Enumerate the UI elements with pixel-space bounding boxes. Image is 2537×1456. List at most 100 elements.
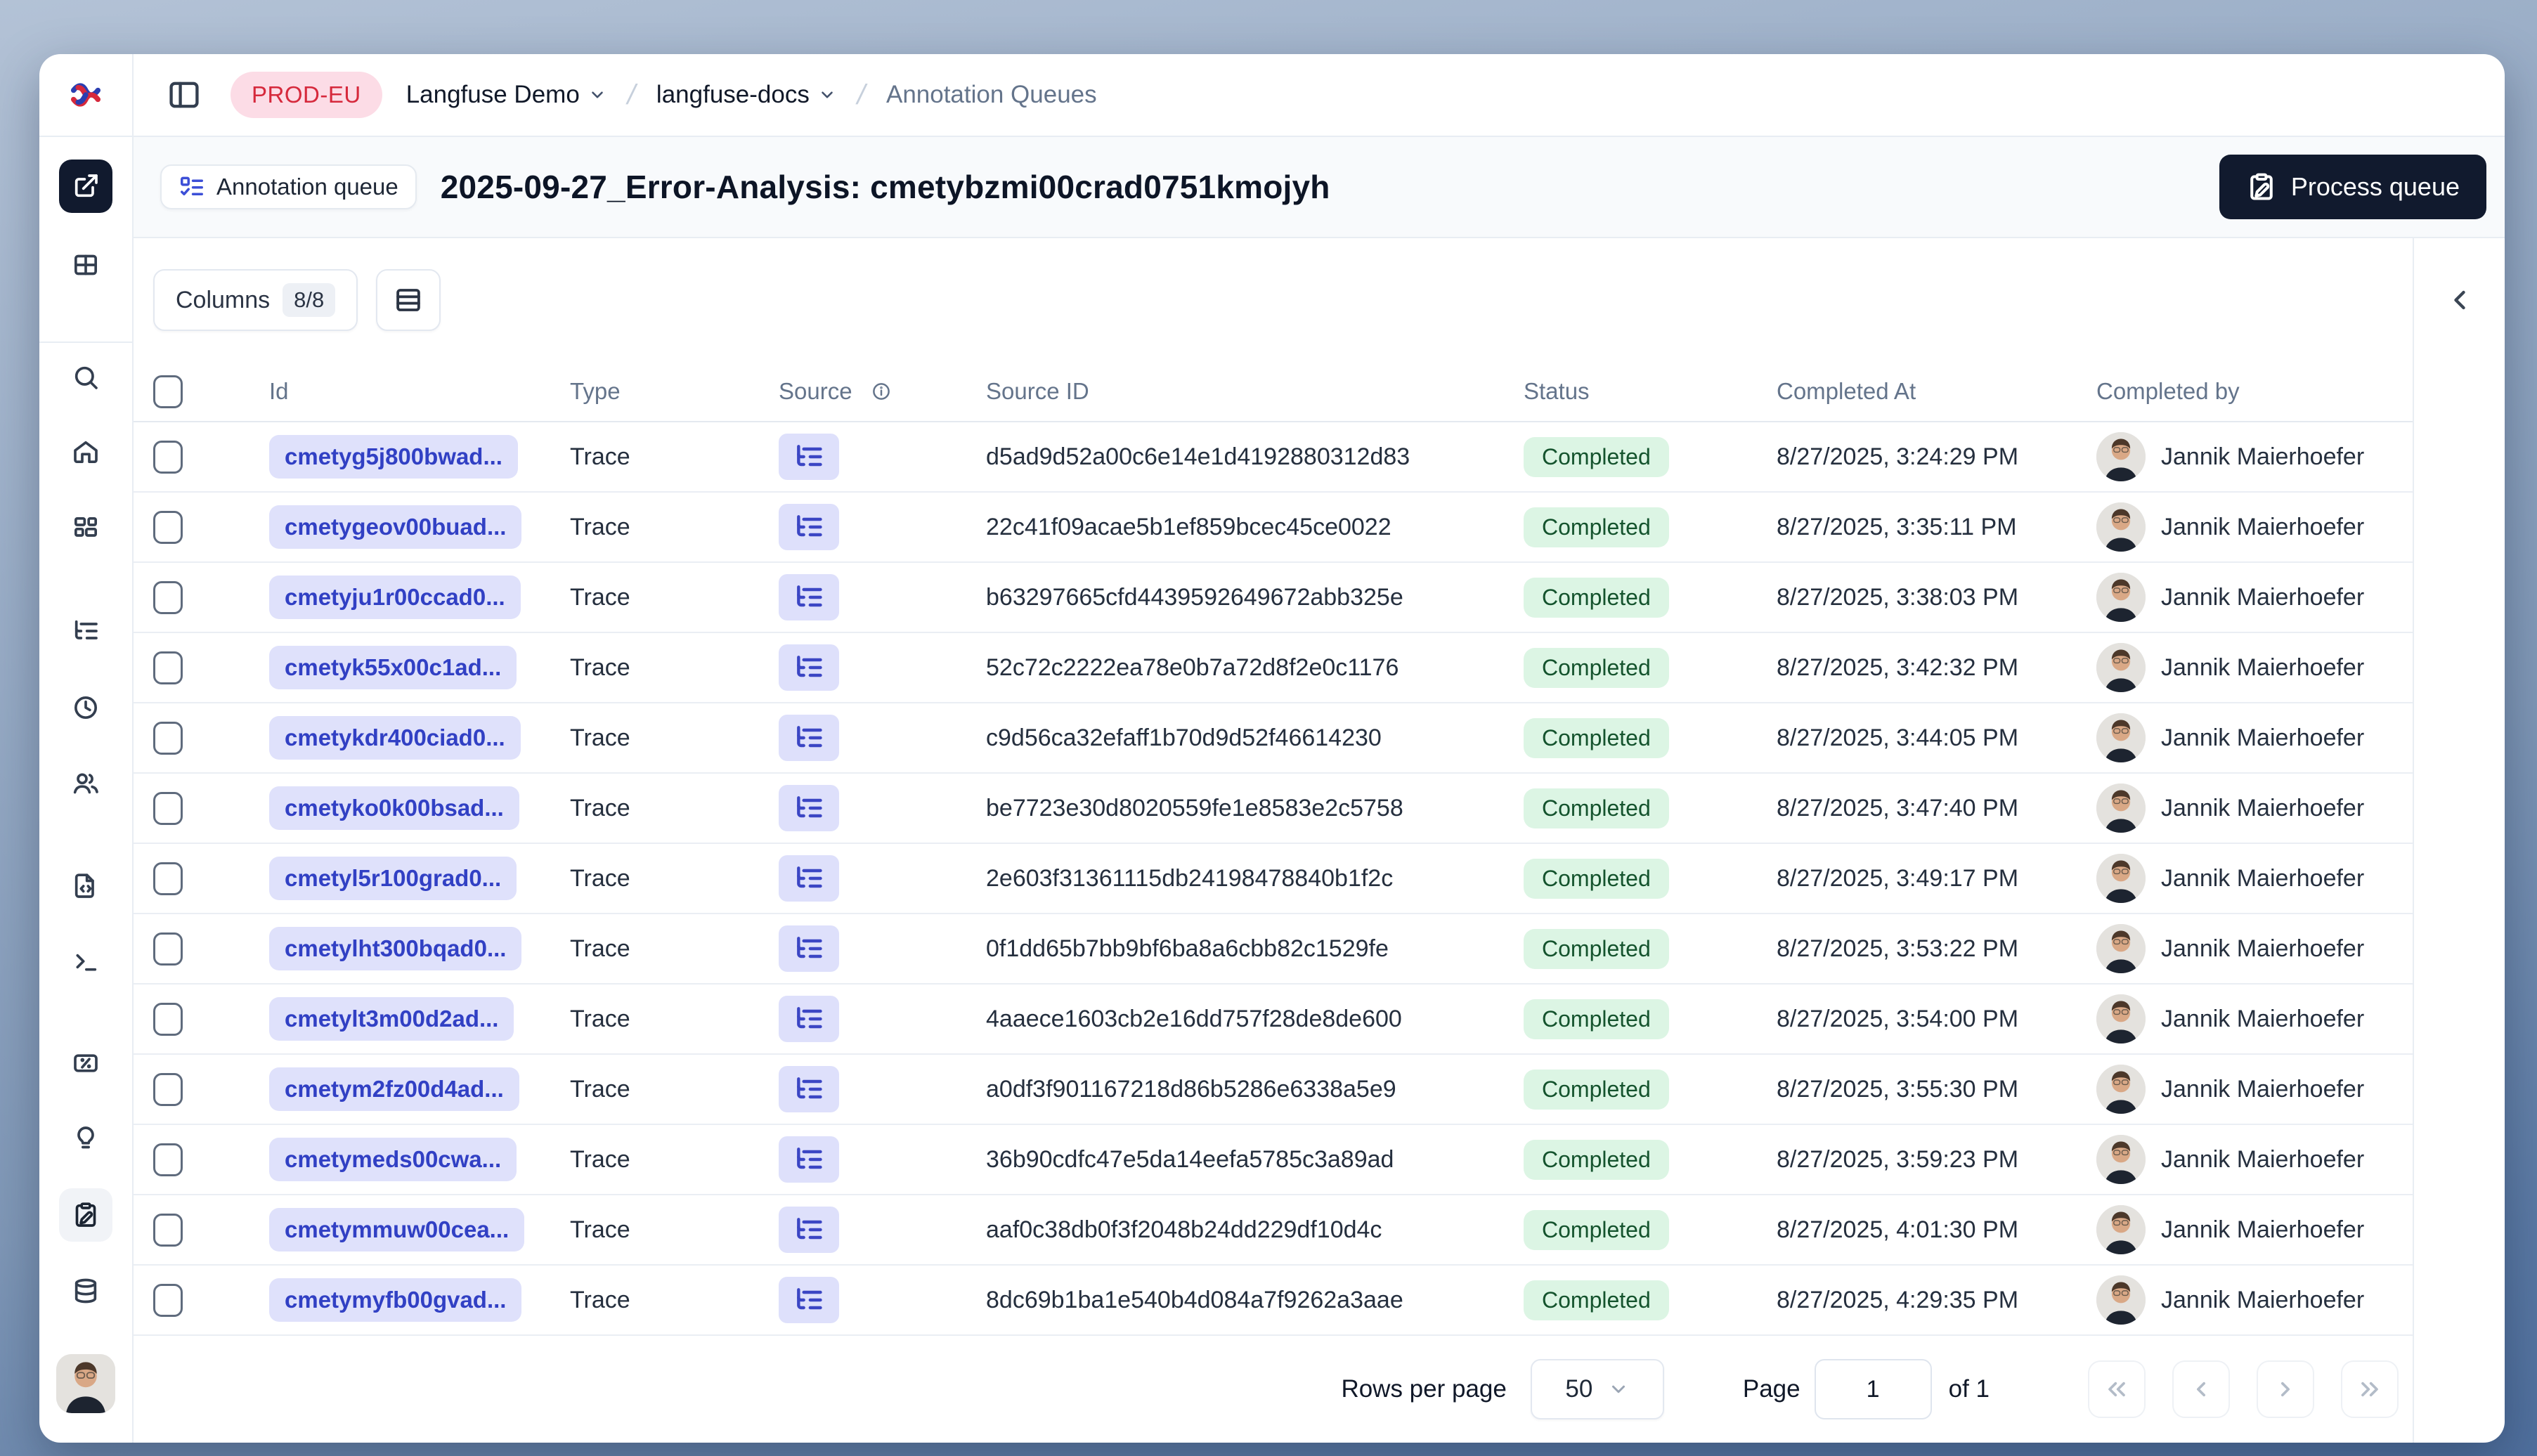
column-header-completed-at[interactable]: Completed At	[1777, 378, 2096, 405]
row-checkbox[interactable]	[153, 1213, 183, 1247]
item-id-link[interactable]: cmetyg5j800bwad...	[269, 435, 518, 479]
sidebar-item-users[interactable]	[59, 757, 112, 810]
last-page-button[interactable]	[2341, 1360, 2399, 1418]
sidebar-item-prompts[interactable]	[59, 859, 112, 913]
table-row[interactable]: cmetyju1r00ccad0... Trace b63297665cfd44…	[134, 563, 2413, 633]
item-id-link[interactable]: cmetyl5r100grad0...	[269, 857, 517, 900]
item-id-link[interactable]: cmetymmuw00cea...	[269, 1208, 525, 1252]
process-queue-button[interactable]: Process queue	[2219, 155, 2486, 219]
trace-source-button[interactable]	[779, 434, 839, 480]
environment-badge[interactable]: PROD-EU	[231, 72, 382, 118]
sidebar-item-sessions[interactable]	[59, 681, 112, 734]
trace-source-button[interactable]	[779, 1207, 839, 1253]
item-id-link[interactable]: cmetygeov00buad...	[269, 505, 522, 549]
sidebar-item-home[interactable]	[59, 425, 112, 479]
info-icon[interactable]	[871, 381, 892, 402]
previous-page-button[interactable]	[2172, 1360, 2230, 1418]
item-id-link[interactable]: cmetyju1r00ccad0...	[269, 576, 521, 619]
column-header-source-id[interactable]: Source ID	[986, 378, 1524, 405]
table-row[interactable]: cmetymeds00cwa... Trace 36b90cdfc47e5da1…	[134, 1125, 2413, 1195]
item-id-link[interactable]: cmetykdr400ciad0...	[269, 716, 521, 760]
item-id-link[interactable]: cmetyk55x00c1ad...	[269, 646, 517, 689]
table-row[interactable]: cmetylt3m00d2ad... Trace 4aaece1603cb2e1…	[134, 984, 2413, 1055]
sidebar-item-search[interactable]	[59, 351, 112, 404]
next-page-button[interactable]	[2257, 1360, 2314, 1418]
trace-source-button[interactable]	[779, 785, 839, 831]
trace-source-button[interactable]	[779, 574, 839, 620]
sidebar-item-playground[interactable]	[59, 935, 112, 988]
sidebar-item-dashboards[interactable]	[59, 502, 112, 555]
row-checkbox[interactable]	[153, 862, 183, 895]
project-selector[interactable]: langfuse-docs	[656, 81, 836, 109]
trace-source-button[interactable]	[779, 644, 839, 691]
completed-by-avatar	[2096, 1205, 2146, 1254]
table-row[interactable]: cmetym2fz00d4ad... Trace a0df3f901167218…	[134, 1055, 2413, 1125]
select-all-checkbox[interactable]	[153, 375, 183, 408]
row-checkbox[interactable]	[153, 440, 183, 474]
table-row[interactable]: cmetygeov00buad... Trace 22c41f09acae5b1…	[134, 493, 2413, 563]
external-link-icon	[74, 174, 98, 197]
row-checkbox[interactable]	[153, 1002, 183, 1036]
sidebar-item-insights[interactable]	[59, 1112, 112, 1165]
sidebar-item-open-external[interactable]	[59, 160, 112, 213]
table-row[interactable]: cmetymyfb00gvad... Trace 8dc69b1ba1e540b…	[134, 1266, 2413, 1336]
trace-source-button[interactable]	[779, 1136, 839, 1183]
completed-by-avatar	[2096, 1275, 2146, 1325]
source-id: 4aaece1603cb2e16dd757f28de8de600	[986, 1005, 1402, 1032]
item-id-link[interactable]: cmetymeds00cwa...	[269, 1138, 517, 1181]
table-row[interactable]: cmetylht300bqad0... Trace 0f1dd65b7bb9bf…	[134, 914, 2413, 984]
row-checkbox[interactable]	[153, 721, 183, 755]
sidebar-item-datasets[interactable]	[59, 1264, 112, 1318]
row-checkbox[interactable]	[153, 510, 183, 544]
column-header-source[interactable]: Source	[779, 378, 986, 405]
table-row[interactable]: cmetyl5r100grad0... Trace 2e603f31361115…	[134, 844, 2413, 914]
first-page-button[interactable]	[2088, 1360, 2146, 1418]
page-number-input[interactable]	[1814, 1359, 1932, 1419]
item-id-link[interactable]: cmetylht300bqad0...	[269, 927, 522, 970]
trace-source-button[interactable]	[779, 504, 839, 550]
annotation-queue-chip[interactable]: Annotation queue	[160, 164, 417, 209]
row-checkbox[interactable]	[153, 1072, 183, 1106]
trace-source-button[interactable]	[779, 715, 839, 761]
rows-per-page-select[interactable]: 50	[1530, 1359, 1664, 1419]
status-badge: Completed	[1524, 717, 1669, 758]
row-checkbox[interactable]	[153, 651, 183, 684]
column-header-completed-by[interactable]: Completed by	[2096, 378, 2413, 405]
table-row[interactable]: cmetyk55x00c1ad... Trace 52c72c2222ea78e…	[134, 633, 2413, 703]
sidebar-item-tables[interactable]	[59, 238, 112, 292]
avatar-photo	[2096, 713, 2146, 762]
sidebar-toggle-button[interactable]	[162, 72, 207, 117]
column-header-status[interactable]: Status	[1524, 378, 1777, 405]
table-row[interactable]: cmetyg5j800bwad... Trace d5ad9d52a00c6e1…	[134, 422, 2413, 493]
row-height-button[interactable]	[376, 269, 441, 331]
project-name: langfuse-docs	[656, 81, 810, 108]
row-checkbox[interactable]	[153, 791, 183, 825]
collapse-panel-button[interactable]	[2434, 275, 2485, 325]
row-checkbox[interactable]	[153, 1143, 183, 1176]
table-row[interactable]: cmetymmuw00cea... Trace aaf0c38db0f3f204…	[134, 1195, 2413, 1266]
trace-source-button[interactable]	[779, 1277, 839, 1323]
column-header-type[interactable]: Type	[570, 378, 779, 405]
trace-source-button[interactable]	[779, 855, 839, 902]
table-row[interactable]: cmetyko0k00bsad... Trace be7723e30d80205…	[134, 774, 2413, 844]
row-checkbox[interactable]	[153, 932, 183, 966]
sidebar-item-tracing[interactable]	[59, 604, 112, 658]
langfuse-logo[interactable]	[39, 54, 134, 136]
item-id-link[interactable]: cmetyko0k00bsad...	[269, 786, 519, 830]
table-row[interactable]: cmetykdr400ciad0... Trace c9d56ca32efaff…	[134, 703, 2413, 774]
user-avatar[interactable]	[56, 1354, 115, 1413]
column-header-id[interactable]: Id	[269, 378, 570, 405]
breadcrumb-current-page[interactable]: Annotation Queues	[886, 81, 1097, 109]
columns-button[interactable]: Columns 8/8	[153, 269, 358, 331]
row-checkbox[interactable]	[153, 1283, 183, 1317]
item-id-link[interactable]: cmetym2fz00d4ad...	[269, 1067, 519, 1111]
org-selector[interactable]: Langfuse Demo	[406, 81, 606, 109]
trace-source-button[interactable]	[779, 1066, 839, 1112]
row-checkbox[interactable]	[153, 580, 183, 614]
sidebar-item-evaluation[interactable]	[59, 1036, 112, 1090]
item-id-link[interactable]: cmetylt3m00d2ad...	[269, 997, 514, 1041]
trace-source-button[interactable]	[779, 996, 839, 1042]
sidebar-item-annotation-queues[interactable]	[59, 1188, 112, 1242]
trace-source-button[interactable]	[779, 925, 839, 972]
item-id-link[interactable]: cmetymyfb00gvad...	[269, 1278, 522, 1322]
